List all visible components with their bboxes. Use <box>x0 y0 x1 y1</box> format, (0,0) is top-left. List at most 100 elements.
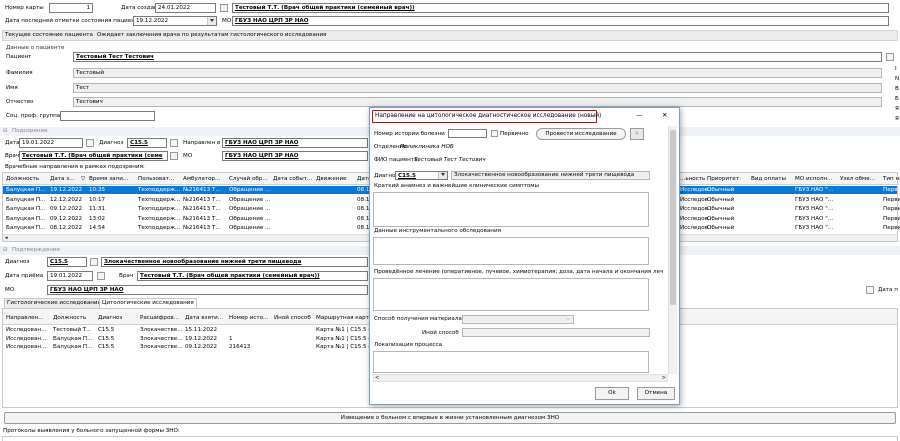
table-cell: Балуцкая П... <box>53 344 93 350</box>
card-doctor-field[interactable]: Тестовый Т.Т. (Врач общей практики (семе… <box>232 3 889 13</box>
reception-date-field[interactable]: 19.01.2022 <box>47 271 93 281</box>
suspicion-mo-field[interactable]: ГБУЗ НАО ЦРП ЗР НАО <box>222 151 368 161</box>
column-header[interactable]: Номер исто... <box>229 314 268 322</box>
vertical-scrollbar[interactable] <box>668 126 677 374</box>
calendar-button[interactable] <box>97 272 105 280</box>
mo-field[interactable]: ГБУЗ НАО ЦРП ЗР НАО <box>232 16 889 26</box>
right-edge-letter: N <box>895 76 900 82</box>
table-cell: Первич <box>883 206 900 212</box>
confirm-diag-field[interactable]: C15.5 <box>47 257 87 267</box>
right-edge-letter: Я <box>895 116 899 122</box>
column-header[interactable]: Вид оплаты <box>751 175 786 183</box>
suspicion-mo-label: МО <box>183 153 193 159</box>
chevron-left-icon[interactable]: < <box>375 374 379 382</box>
confirm-mo-field[interactable]: ГБУЗ НАО ЦРП ЗР НАО <box>47 285 368 295</box>
table-cell: Балуцкая П... <box>6 187 46 193</box>
dialog-titlebar[interactable]: Направление на цитологическое диагностич… <box>370 108 679 125</box>
suspicion-doctor-field[interactable]: Тестовый Т.Т. (Врач общей практики (семе <box>19 151 168 161</box>
collapse-icon[interactable]: ⊟ <box>3 127 8 136</box>
surname-field[interactable]: Тестовый <box>73 68 882 78</box>
chevron-down-icon[interactable] <box>207 17 216 25</box>
referred-field[interactable]: ГБУЗ НАО ЦРП ЗР НАО <box>222 138 368 148</box>
current-state-value: Ожидает заключения врача по результатам … <box>97 32 327 38</box>
confirm-mo-value: ГБУЗ НАО ЦРП ЗР НАО <box>50 287 124 293</box>
method-select[interactable]: ⌵ <box>462 315 574 324</box>
primary-checkbox[interactable] <box>491 130 498 137</box>
ok-button[interactable]: Ok <box>595 387 629 400</box>
conduct-study-button[interactable]: Провести исследование <box>536 128 626 140</box>
diag-lookup-button[interactable] <box>170 139 178 147</box>
column-header[interactable]: Пользоват... <box>138 175 174 183</box>
confirm-checkbox[interactable] <box>866 286 874 294</box>
column-header[interactable]: МО исполн... <box>795 175 832 183</box>
column-header[interactable]: Узел обме... <box>840 175 875 183</box>
other-method-field[interactable] <box>462 328 650 337</box>
column-header[interactable]: Диагноз <box>98 314 122 322</box>
chevron-down-icon[interactable] <box>438 172 447 179</box>
column-header[interactable]: Маршрутная карта <box>316 314 372 322</box>
column-header[interactable]: Приоритет <box>707 175 739 183</box>
patient-field[interactable]: Тестовый Тест Тестович <box>73 52 882 62</box>
clear-icon[interactable]: ✕ <box>630 128 644 140</box>
created-date-field[interactable]: 24.01.2022 <box>155 3 216 13</box>
localization-textarea[interactable] <box>373 351 649 373</box>
dialog-patient-value: Тестовый Тест Тестович <box>414 157 486 163</box>
social-group-field[interactable] <box>60 111 155 121</box>
column-header[interactable]: Дата з... <box>50 175 75 183</box>
column-header[interactable]: Тип на <box>883 175 900 183</box>
close-icon[interactable]: ✕ <box>662 111 667 120</box>
tab-cytology[interactable]: Цитологические исследования <box>99 298 197 308</box>
doctor-lookup-button[interactable] <box>220 4 228 12</box>
column-header[interactable]: ...ьность <box>680 175 705 183</box>
column-header[interactable]: Должность <box>53 314 86 322</box>
suspicion-doctor-label: Врач <box>5 153 20 159</box>
last-mark-date-field[interactable]: 19.12.2022 <box>133 16 217 26</box>
confirm-diag-text: Злокачественное новообразование нижней т… <box>104 259 302 265</box>
instrumental-textarea[interactable] <box>373 237 649 265</box>
column-header[interactable]: Движение <box>316 175 347 183</box>
diag-lookup-button[interactable] <box>90 258 98 266</box>
cancel-button[interactable]: Отмена <box>637 387 675 400</box>
column-header[interactable]: Иной способ <box>274 314 311 322</box>
suspicion-diag-field[interactable]: C15.5 <box>127 138 167 148</box>
cancer-notice-button[interactable]: Извещение о больном с впервые в жизни ус… <box>4 412 896 424</box>
table-cell: 12.12.2022 <box>50 196 83 203</box>
history-number-field[interactable] <box>448 129 487 138</box>
table-cell: 216413 <box>229 344 251 350</box>
card-number-field[interactable]: 1 <box>49 3 93 13</box>
filter-icon[interactable]: ▽ <box>81 175 85 183</box>
right-edge-letter: I <box>895 66 897 72</box>
dialog-diag-text-field[interactable]: Злокачественное новообразование нижней т… <box>451 171 650 180</box>
suspicion-date-field[interactable]: 19.01.2022 <box>19 138 83 148</box>
column-header[interactable]: Дата событ... <box>273 175 312 183</box>
column-header[interactable]: Направлен... <box>6 314 44 322</box>
dialog-diag-code-field[interactable]: C15.5 <box>395 171 448 180</box>
patient-checkbox[interactable] <box>886 53 894 61</box>
column-header[interactable]: Расшифров... <box>140 314 179 322</box>
table-cell: Балуцкая П... <box>6 225 46 231</box>
tab-histology[interactable]: Гистологические исследования <box>4 298 104 308</box>
scrollbar-thumb[interactable] <box>670 130 676 305</box>
collapse-icon[interactable]: ⊟ <box>3 246 8 255</box>
name-field[interactable]: Тест <box>73 83 882 93</box>
patronymic-field[interactable]: Тестович <box>73 97 882 107</box>
doctor-lookup-button[interactable] <box>170 152 178 160</box>
chevron-right-icon[interactable]: > <box>662 374 666 382</box>
table-cell: 13:02 <box>89 215 106 222</box>
table-cell: ГБУЗ НАО "... <box>795 206 834 212</box>
column-header[interactable]: Должность <box>6 175 39 183</box>
minimize-icon[interactable]: — <box>636 111 643 120</box>
column-header[interactable]: Дата взяти... <box>185 314 223 322</box>
anamnesis-textarea[interactable] <box>373 192 649 227</box>
column-header[interactable]: Случай обр... <box>229 175 268 183</box>
chevron-left-icon[interactable]: ◂ <box>5 234 8 242</box>
horizontal-scrollbar[interactable]: < > <box>373 374 668 382</box>
treatment-textarea[interactable] <box>373 278 649 311</box>
confirm-diag-text-field[interactable]: Злокачественное новообразование нижней т… <box>101 257 368 267</box>
column-header[interactable]: Время запи... <box>89 175 128 183</box>
confirm-doctor-field[interactable]: Тестовый Т.Т. (Врач общей практики (семе… <box>137 271 368 281</box>
calendar-button[interactable] <box>86 139 94 147</box>
table-cell: №216413 Т... <box>183 225 221 231</box>
column-header[interactable]: Амбулатор... <box>183 175 220 183</box>
chevron-down-icon[interactable]: ⌵ <box>566 316 570 323</box>
